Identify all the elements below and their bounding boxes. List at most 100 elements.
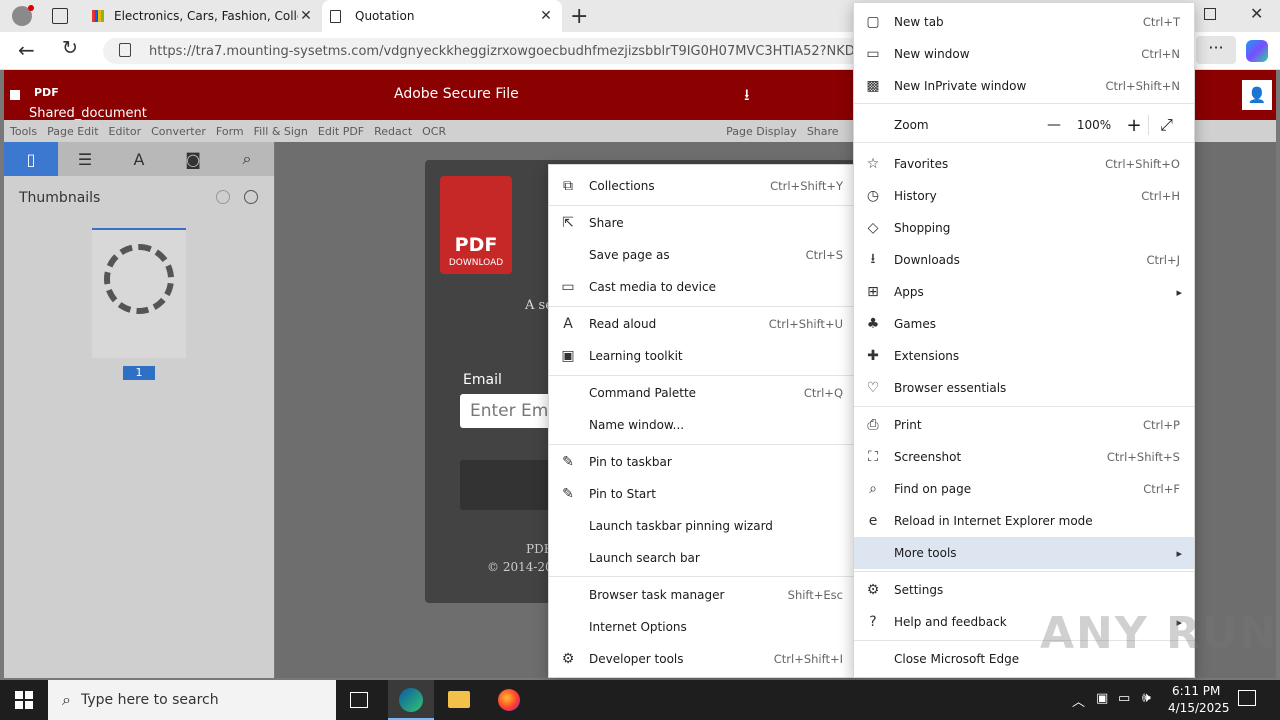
file-explorer-icon[interactable] [448,691,470,708]
tab-actions-icon[interactable] [52,8,68,24]
menu-item-collections[interactable]: ⧉ Collections Ctrl+Shift+Y [549,170,857,202]
menu-item-history[interactable]: ◷ History Ctrl+H [854,180,1194,212]
page-view-icon[interactable]: ▯ [4,142,58,176]
pin-icon: ✎ [562,486,574,502]
menu-item-label: Internet Options [589,620,687,634]
new-tab-button[interactable]: + [570,4,588,29]
firefox-icon[interactable] [498,689,520,711]
menu-item-games[interactable]: ♣ Games [854,308,1194,340]
menu-item-learning-toolkit[interactable]: ▣ Learning toolkit [549,340,857,372]
menu-item-label: New InPrivate window [894,79,1027,93]
tray-network-icon[interactable]: ▣ [1096,691,1108,706]
refresh-icon[interactable]: ↻ [62,37,78,59]
menu-item-pin-to-start[interactable]: ✎ Pin to Start [549,478,857,510]
read-aloud-icon: A [563,316,573,332]
menu-item-screenshot[interactable]: ⛶ Screenshot Ctrl+Shift+S [854,441,1194,473]
menu-item-new-window[interactable]: ▭ New window Ctrl+N [854,38,1194,70]
menu-item-print[interactable]: ⎙ Print Ctrl+P [854,409,1194,441]
copilot-icon[interactable] [1246,40,1268,62]
clock-date[interactable]: 4/15/2025 [1168,701,1230,715]
toolbar-redact[interactable]: Redact [374,125,412,138]
tab-electronics[interactable]: Electronics, Cars, Fashion, Collecti ✕ [84,0,322,32]
close-tab-icon[interactable]: ✕ [538,8,554,24]
tray-volume-icon[interactable]: 🕪 [1142,690,1151,706]
toolbar-edit-pdf[interactable]: Edit PDF [318,125,364,138]
zoom-in-icon[interactable] [244,190,258,204]
menu-item-shopping[interactable]: ◇ Shopping [854,212,1194,244]
tab-quotation[interactable]: Quotation ✕ [322,0,562,32]
menu-item-launch-search-bar[interactable]: Launch search bar [549,542,857,574]
search-icon[interactable]: ⌕ [220,142,274,176]
ie-icon: e [868,513,878,529]
page-number-badge[interactable]: 1 [123,366,155,380]
close-window-icon[interactable]: ✕ [1250,4,1263,23]
camera-icon[interactable]: ◙ [166,142,220,176]
taskbar-search[interactable]: ⌕ Type here to search [48,680,336,720]
pin-icon: ✎ [562,454,574,470]
menu-item-internet-options[interactable]: Internet Options [549,611,857,643]
menu-item-shortcut: Ctrl+Shift+I [773,652,843,666]
new-tab-icon: ▢ [866,14,880,30]
menu-item-launch-taskbar-pinning-wizard[interactable]: Launch taskbar pinning wizard [549,510,857,542]
checkbox-icon[interactable] [10,90,20,100]
menu-item-browser-task-manager[interactable]: Browser task manager Shift+Esc [549,579,857,611]
menu-item-extensions[interactable]: ✚ Extensions [854,340,1194,372]
tray-chevron-icon[interactable]: ︿ [1072,691,1085,710]
menu-item-reload-in-internet-explorer-mode[interactable]: e Reload in Internet Explorer mode [854,505,1194,537]
more-options-button[interactable]: ··· [1196,36,1236,64]
toolbar-ocr[interactable]: OCR [422,125,446,138]
menu-item-apps[interactable]: ⊞ Apps ▸ [854,276,1194,308]
menu-item-read-aloud[interactable]: A Read aloud Ctrl+Shift+U [549,308,857,340]
zoom-out-icon[interactable] [216,190,230,204]
menu-item-favorites[interactable]: ☆ Favorites Ctrl+Shift+O [854,148,1194,180]
fullscreen-icon[interactable]: ⤢ [1148,115,1184,135]
restore-window-icon[interactable] [1204,8,1216,20]
toolbar-editor[interactable]: Editor [109,125,142,138]
zoom-out-button[interactable]: — [1040,117,1068,133]
menu-item-share[interactable]: ⇱ Share [549,207,857,239]
windows-start-icon[interactable] [15,691,33,709]
menu-item-cast-media-to-device[interactable]: ▭ Cast media to device [549,271,857,303]
menu-item-developer-tools[interactable]: ⚙ Developer tools Ctrl+Shift+I [549,643,857,675]
notifications-icon[interactable] [1238,690,1256,706]
menu-item-new-inprivate-window[interactable]: ▩ New InPrivate window Ctrl+Shift+N [854,70,1194,102]
menu-item-name-window[interactable]: Name window... [549,409,857,441]
zoom-level: 100% [1076,118,1112,132]
back-icon[interactable]: ← [18,38,35,62]
menu-item-command-palette[interactable]: Command Palette Ctrl+Q [549,377,857,409]
text-icon[interactable]: A [112,142,166,176]
menu-item-save-page-as[interactable]: Save page as Ctrl+S [549,239,857,271]
close-tab-icon[interactable]: ✕ [298,8,314,24]
chevron-right-icon: ▸ [1176,546,1182,560]
download-icon[interactable]: ⭳ [744,84,750,111]
menu-item-new-tab[interactable]: ▢ New tab Ctrl+T [854,6,1194,38]
history-icon: ◷ [866,188,880,204]
toolbar-tools[interactable]: Tools [10,125,37,138]
toolbar-converter[interactable]: Converter [151,125,206,138]
menu-item-pin-to-taskbar[interactable]: ✎ Pin to taskbar [549,446,857,478]
list-icon[interactable]: ☰ [58,142,112,176]
share-icon: ⇱ [562,215,574,231]
cast-icon: ▭ [561,279,575,295]
menu-item-label: Launch search bar [589,551,700,565]
clock-time[interactable]: 6:11 PM [1172,684,1220,698]
new-window-icon: ▭ [866,46,880,62]
menu-item-label: Cast media to device [589,280,716,294]
toolbar-share[interactable]: Share [807,125,839,138]
url-field[interactable]: https://tra7.mounting-sysetms.com/vdgnye… [103,38,863,64]
toolbar-page-display[interactable]: Page Display [726,125,797,138]
menu-item-more-tools[interactable]: More tools ▸ [854,537,1194,569]
menu-item-find-on-page[interactable]: ⌕ Find on page Ctrl+F [854,473,1194,505]
task-view-icon[interactable] [350,692,368,708]
menu-item-shortcut: Ctrl+N [1141,47,1180,61]
menu-item-label: Save page as [589,248,670,262]
user-icon[interactable]: 👤 [1242,80,1272,110]
toolbar-form[interactable]: Form [216,125,244,138]
menu-item-settings[interactable]: ⚙ Settings [854,574,1194,606]
toolbar-page-edit[interactable]: Page Edit [47,125,98,138]
toolbar-fill-sign[interactable]: Fill & Sign [254,125,308,138]
menu-item-downloads[interactable]: ⭳ Downloads Ctrl+J [854,244,1194,276]
zoom-in-button[interactable]: + [1120,115,1148,136]
tray-ethernet-icon[interactable]: ▭ [1118,691,1130,706]
menu-item-browser-essentials[interactable]: ♡ Browser essentials [854,372,1194,404]
